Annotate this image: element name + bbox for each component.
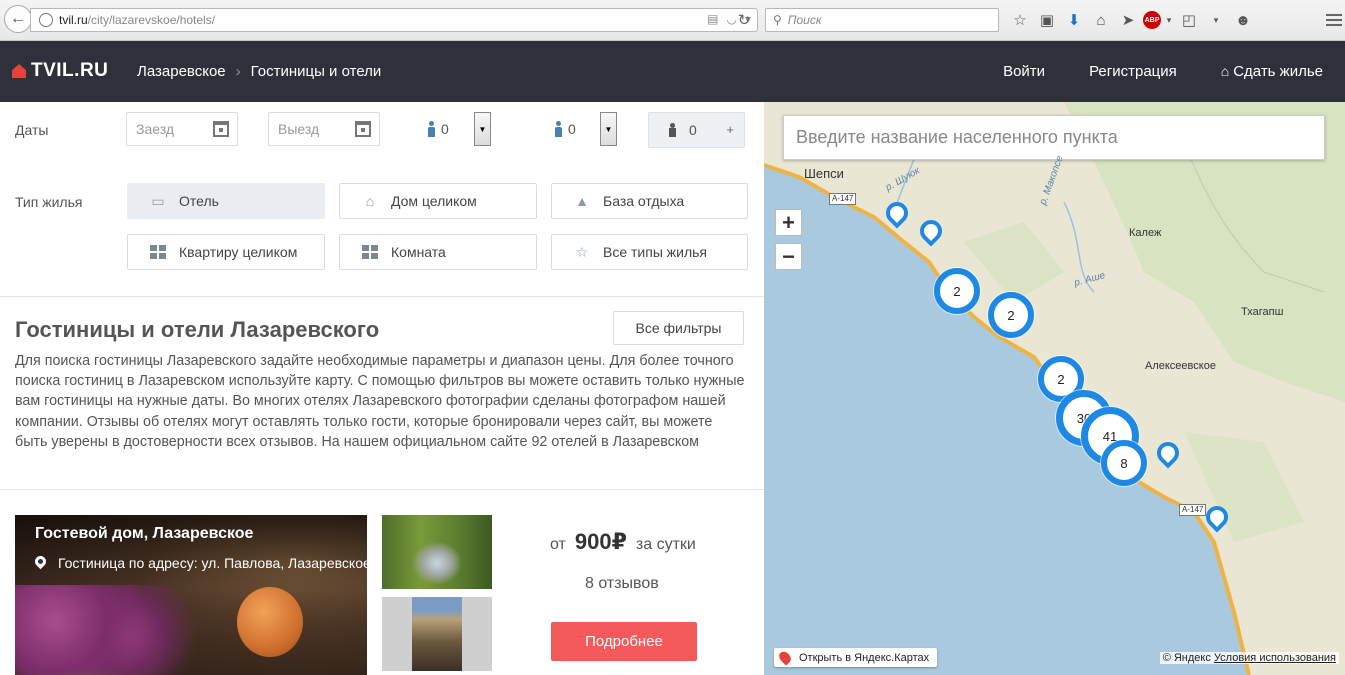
type-house-button[interactable]: ⌂ Дом целиком — [339, 183, 537, 219]
type-hotel-button[interactable]: ▭ Отель — [127, 183, 325, 219]
zoom-in-button[interactable]: + — [775, 209, 802, 236]
globe-icon — [39, 13, 53, 27]
site-header: TVIL.RU Лазаревское › Гостиницы и отели … — [0, 41, 1345, 102]
type-all-button[interactable]: ☆ Все типы жилья — [551, 234, 748, 270]
register-link[interactable]: Регистрация — [1089, 63, 1177, 80]
details-button[interactable]: Подробнее — [551, 622, 697, 661]
bookmark-star-icon[interactable]: ☆ — [1008, 9, 1032, 31]
listing-address: Гостиница по адресу: ул. Павлова, Лазаре… — [35, 555, 367, 571]
menu-icon[interactable] — [1326, 9, 1344, 31]
pocket-save-icon[interactable]: ◰ — [1177, 9, 1201, 31]
child-icon — [553, 121, 563, 137]
place-label: Калеж — [1129, 227, 1162, 239]
type-label: Тип жилья — [15, 194, 83, 210]
breadcrumb-current[interactable]: Гостиницы и отели — [251, 63, 382, 80]
dropdown-arrow-icon: ▼ — [474, 112, 491, 146]
logo-house-icon — [12, 64, 26, 78]
calendar-icon — [213, 121, 229, 137]
road-label: А-147 — [1179, 504, 1207, 516]
all-filters-button[interactable]: Все фильтры — [613, 311, 744, 345]
chat-icon[interactable]: ☻ — [1231, 9, 1255, 31]
listing-thumbnail[interactable] — [382, 515, 492, 589]
download-icon[interactable]: ⬇ — [1062, 9, 1086, 31]
map[interactable]: Введите название населенного пункта + − … — [764, 102, 1345, 675]
page-title: Гостиницы и отели Лазаревского — [15, 317, 380, 342]
type-apartment-button[interactable]: Квартиру целиком — [127, 234, 325, 270]
browser-toolbar: ← tvil.ru/city/lazarevskoe/hotels/ ▤ ◡ ▾… — [0, 0, 1345, 41]
lantern-image — [237, 587, 303, 657]
address-bar[interactable]: tvil.ru/city/lazarevskoe/hotels/ ▤ ◡ ▾ — [30, 8, 758, 32]
star-icon: ☆ — [575, 243, 589, 260]
house-icon: ⌂ — [365, 193, 375, 209]
bookmarks-list-icon[interactable]: ▣ — [1035, 9, 1059, 31]
home-icon[interactable]: ⌂ — [1089, 9, 1113, 31]
room-icon — [361, 245, 379, 259]
open-in-yandex-button[interactable]: Открыть в Яндекс.Картах — [774, 648, 938, 667]
description-text: Для поиска гостиницы Лазаревского задайт… — [15, 353, 745, 450]
url-path: /city/lazarevskoe/hotels/ — [87, 13, 216, 27]
header-nav: Войти Регистрация ⌂ Сдать жилье — [1003, 63, 1323, 80]
place-label: Тхагапш — [1241, 306, 1284, 318]
map-cluster[interactable]: 2 — [988, 292, 1034, 338]
hotel-icon: ▭ — [151, 192, 165, 209]
send-icon[interactable]: ➤ — [1116, 9, 1140, 31]
adults-select[interactable]: 0 ▼ — [426, 112, 491, 146]
breadcrumb: Лазаревское › Гостиницы и отели — [137, 63, 381, 80]
abp-dropdown-icon[interactable]: ▾ — [1164, 9, 1174, 31]
map-search-input[interactable]: Введите название населенного пункта — [783, 115, 1325, 160]
terms-link[interactable]: Условия использования — [1214, 652, 1336, 664]
zoom-out-button[interactable]: − — [775, 243, 802, 270]
logo[interactable]: TVIL.RU — [12, 60, 108, 82]
map-cluster[interactable]: 8 — [1101, 440, 1147, 486]
reload-icon[interactable]: ↻ — [730, 8, 758, 32]
listing-price: от 900₽ за сутки — [550, 529, 696, 554]
plus-icon[interactable]: + — [726, 122, 734, 137]
filters-panel: Даты Заезд Выезд 0 ▼ 0 ▼ 0 + Тип жилья ▭ Оте… — [0, 102, 764, 297]
browser-search-input[interactable]: ⚲ Поиск — [765, 8, 999, 32]
type-room-button[interactable]: Комната — [339, 234, 537, 270]
adblock-icon[interactable]: ABP — [1143, 11, 1161, 29]
adult-icon — [426, 121, 436, 137]
rent-out-link[interactable]: ⌂ Сдать жилье — [1221, 63, 1323, 80]
search-icon: ⚲ — [773, 13, 782, 27]
location-pin-icon — [35, 556, 46, 571]
overflow-dropdown-icon[interactable]: ▾ — [1204, 9, 1228, 31]
map-cluster[interactable]: 2 — [934, 268, 980, 314]
dropdown-arrow-icon: ▼ — [600, 112, 617, 146]
road-label: А-147 — [829, 193, 857, 205]
browser-tools: ☆ ▣ ⬇ ⌂ ➤ ABP ▾ ◰ ▾ ☻ — [1008, 9, 1258, 31]
about-section: Гостиницы и отели Лазаревского Все фильт… — [0, 297, 764, 490]
place-label: Шепси — [804, 166, 844, 181]
url-host: tvil.ru — [59, 13, 88, 27]
chevron-right-icon: › — [235, 63, 241, 80]
infant-icon — [668, 123, 678, 137]
dates-label: Даты — [15, 122, 49, 138]
back-arrow-icon: ← — [10, 10, 26, 27]
yandex-pin-icon — [776, 649, 794, 666]
children-select[interactable]: 0 ▼ — [553, 112, 617, 146]
listing-thumbnail[interactable] — [382, 597, 492, 671]
reviews-link[interactable]: 8 отзывов — [585, 575, 659, 593]
back-button[interactable]: ← — [4, 5, 32, 33]
map-copyright: © Яндекс Условия использования — [1159, 652, 1339, 664]
place-label: Алексеевское — [1145, 360, 1216, 372]
type-camp-button[interactable]: ▲ База отдыха — [551, 183, 748, 219]
listing-title[interactable]: Гостевой дом, Лазаревское — [35, 525, 253, 543]
listing-photo[interactable]: Гостевой дом, Лазаревское Гостиница по а… — [15, 515, 367, 675]
house-icon: ⌂ — [1220, 63, 1230, 79]
breadcrumb-city[interactable]: Лазаревское — [137, 63, 226, 80]
login-link[interactable]: Войти — [1003, 63, 1045, 80]
checkout-field[interactable]: Выезд — [268, 112, 380, 146]
reader-view-icon[interactable]: ▤ — [707, 12, 718, 26]
camp-icon: ▲ — [575, 193, 589, 209]
infants-stepper[interactable]: 0 + — [648, 112, 745, 148]
apartment-icon — [149, 245, 167, 259]
calendar-icon — [355, 121, 371, 137]
price-value: 900₽ — [574, 529, 627, 554]
checkin-field[interactable]: Заезд — [126, 112, 238, 146]
